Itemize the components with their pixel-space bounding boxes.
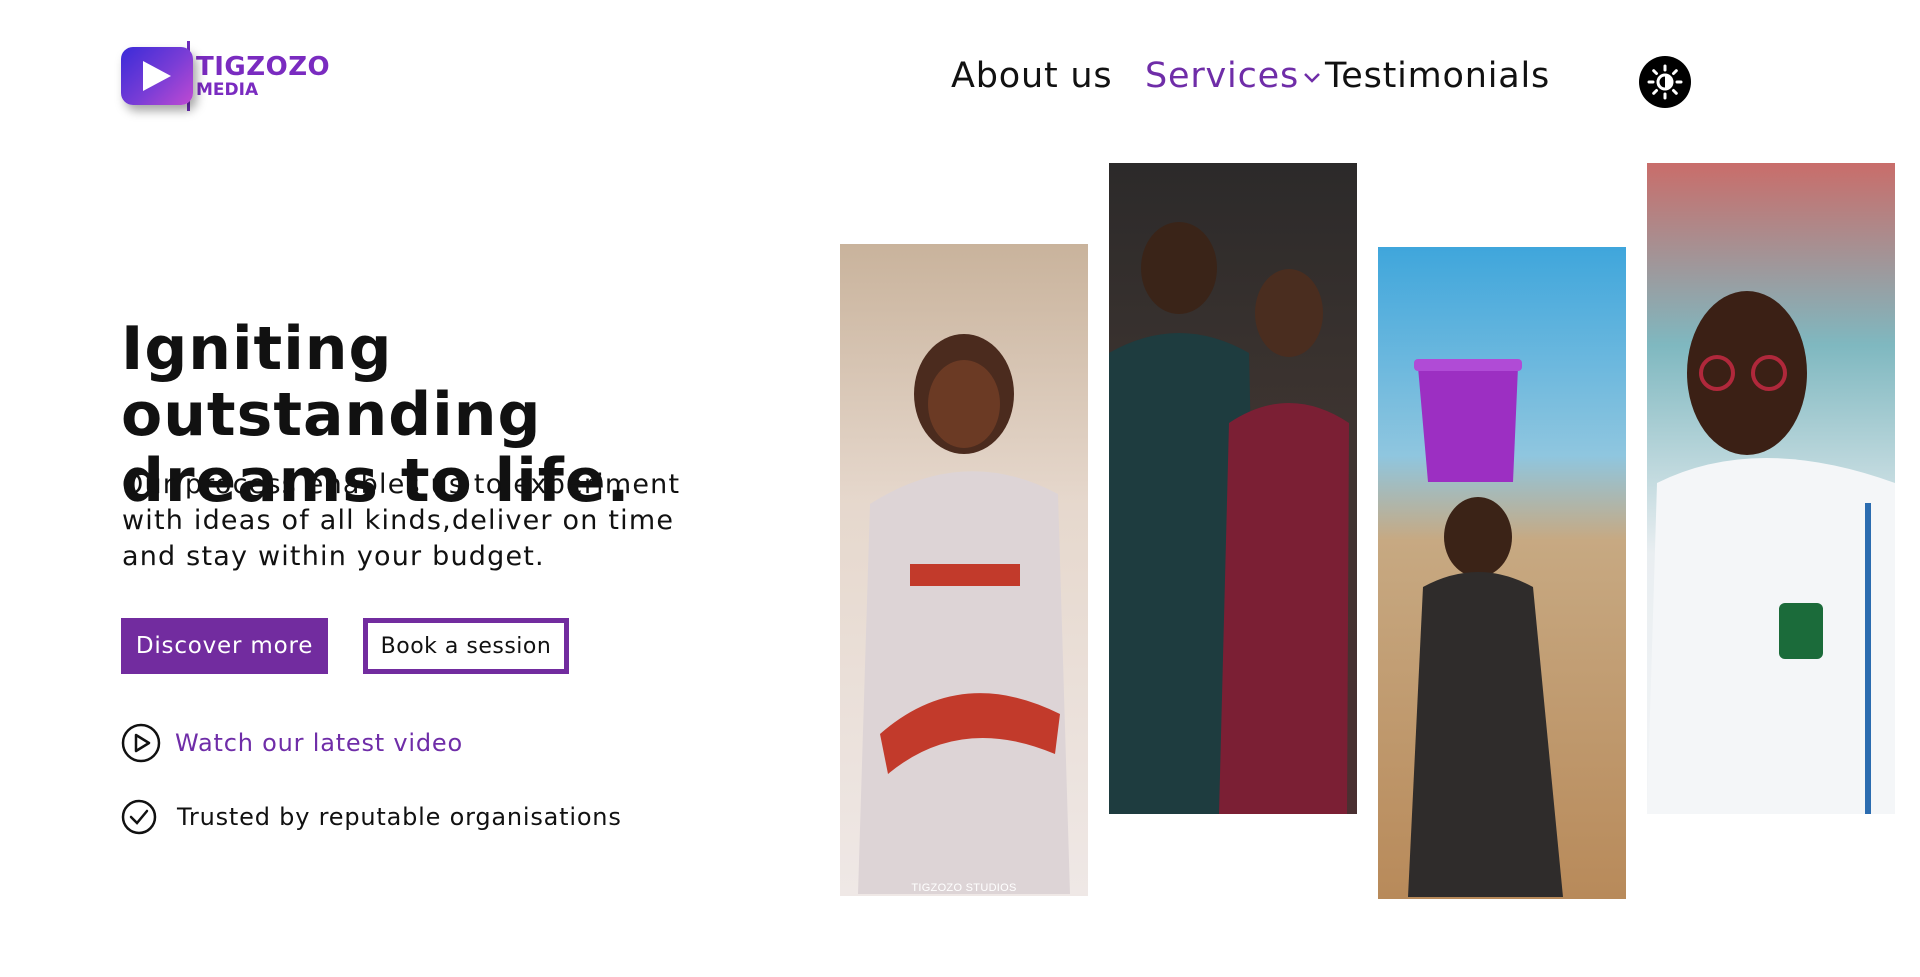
book-session-button[interactable]: Book a session: [363, 618, 569, 674]
brand-logo[interactable]: TIGZOZO MEDIA: [121, 40, 331, 112]
watch-video-label: Watch our latest video: [175, 729, 463, 757]
student-portrait-image: [1647, 291, 1895, 814]
trusted-badge: Trusted by reputable organisations: [121, 799, 622, 835]
gallery-photo-student: [1647, 163, 1895, 814]
brand-name-line1: TIGZOZO: [196, 51, 331, 82]
trusted-label: Trusted by reputable organisations: [177, 803, 622, 831]
check-circle-icon: [121, 799, 157, 835]
discover-more-button[interactable]: Discover more: [121, 618, 328, 674]
hero-subtext: Our process enables us to experiment wit…: [122, 469, 681, 572]
gallery-photo-woman-in-dress: TIGZOZO STUDIOS: [840, 244, 1088, 896]
gallery-photo-couple: [1109, 163, 1357, 814]
woman-portrait-image: [858, 334, 1070, 894]
nav-about-us[interactable]: About us: [951, 56, 1112, 96]
chevron-down-icon: [1304, 73, 1320, 83]
couple-portrait-image: [1109, 222, 1349, 814]
nav-services[interactable]: Services: [1145, 56, 1321, 96]
nav-testimonials[interactable]: Testimonials: [1325, 56, 1550, 96]
watch-video-link[interactable]: Watch our latest video: [121, 723, 463, 763]
photo-watermark: TIGZOZO STUDIOS: [911, 882, 1017, 894]
theme-toggle-button[interactable]: [1639, 56, 1691, 108]
nav-services-label: Services: [1145, 56, 1299, 96]
child-bucket-image: [1408, 359, 1563, 897]
brand-name-line2: MEDIA: [196, 79, 259, 100]
play-circle-icon: [121, 723, 161, 763]
gallery-photo-child-with-bucket: [1378, 247, 1626, 899]
brand-name: TIGZOZO MEDIA: [196, 54, 330, 99]
sun-icon: [1647, 64, 1683, 100]
play-logo-icon: [121, 47, 193, 105]
